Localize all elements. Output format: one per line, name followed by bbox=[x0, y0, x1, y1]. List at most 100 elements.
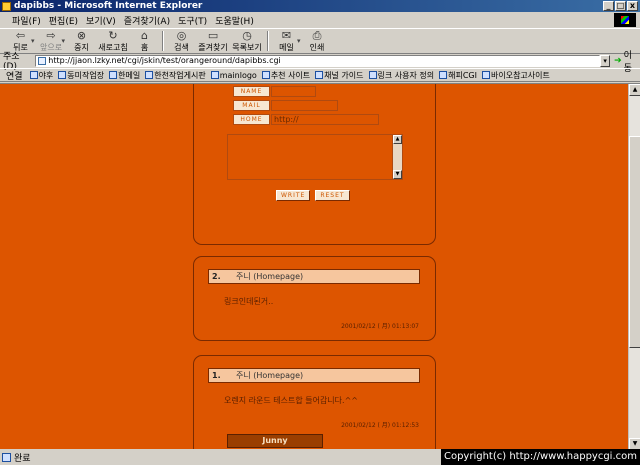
reset-button[interactable]: RESET bbox=[315, 190, 350, 201]
refresh-icon: ↻ bbox=[108, 29, 118, 42]
menu-bar: 파일(F) 편집(E) 보기(V) 즐겨찾기(A) 도구(T) 도움말(H) bbox=[0, 12, 640, 28]
search-icon: ◎ bbox=[176, 29, 187, 42]
post-body: 오렌지 라운드 테스트합 들어갑니다.^^ bbox=[224, 396, 358, 405]
link-page-icon bbox=[481, 71, 490, 79]
scroll-down-icon[interactable]: ▼ bbox=[629, 438, 640, 449]
post-author-link[interactable]: 주니 (Homepage) bbox=[236, 370, 303, 381]
link-mainlogo[interactable]: mainlogo bbox=[210, 71, 257, 80]
title-bar: dapibbs - Microsoft Internet Explorer _ … bbox=[0, 0, 640, 12]
windows-logo-icon bbox=[614, 13, 636, 27]
forward-dropdown-icon[interactable]: ▾ bbox=[62, 37, 66, 45]
menu-favorites[interactable]: 즐겨찾기(A) bbox=[120, 14, 174, 27]
mail-input[interactable] bbox=[271, 100, 338, 111]
toolbar-separator bbox=[162, 31, 165, 51]
post-number: 2. bbox=[212, 272, 221, 281]
menu-file[interactable]: 파일(F) bbox=[8, 14, 45, 27]
post-number: 1. bbox=[212, 371, 221, 380]
mail-dropdown-icon[interactable]: ▾ bbox=[297, 37, 301, 45]
minimize-button[interactable]: _ bbox=[603, 1, 614, 11]
link-page-icon bbox=[58, 71, 67, 79]
history-icon: ◷ bbox=[242, 29, 252, 42]
link-board[interactable]: 한천작업게시판 bbox=[145, 70, 206, 81]
printer-icon: ⎙ bbox=[312, 28, 322, 42]
page-scrollbar[interactable]: ▲ ▼ bbox=[628, 84, 640, 449]
page-icon bbox=[38, 56, 47, 65]
write-button[interactable]: WRITE bbox=[276, 190, 311, 201]
post-item: 1. 주니 (Homepage) 오렌지 라운드 테스트합 들어갑니다.^^ 2… bbox=[193, 355, 436, 449]
post-header: 2. 주니 (Homepage) bbox=[208, 269, 420, 284]
write-form-panel: NAME MAIL HOME http:// ▲ ▼ WRITE RESET bbox=[193, 84, 436, 245]
back-arrow-icon: ⇦ bbox=[15, 29, 26, 42]
link-page-icon bbox=[210, 71, 219, 79]
name-label: NAME bbox=[233, 86, 270, 97]
textarea-scrollbar[interactable]: ▲ ▼ bbox=[392, 135, 402, 179]
post-author-link[interactable]: 주니 (Homepage) bbox=[236, 271, 303, 282]
post-item: 2. 주니 (Homepage) 링크인데된거.. 2001/02/12 ( 月… bbox=[193, 256, 436, 341]
link-page-icon bbox=[261, 71, 270, 79]
link-bio[interactable]: 바이오참고사이트 bbox=[481, 70, 550, 81]
link-recommended[interactable]: 추천 사이트 bbox=[261, 70, 310, 81]
link-yahoo[interactable]: 야후 bbox=[29, 70, 53, 81]
window-controls: _ □ x bbox=[603, 1, 638, 11]
link-happycgi[interactable]: 해피CGI bbox=[439, 70, 477, 81]
address-input[interactable]: http://jjaon.lzky.net/cgi/jskin/test/ora… bbox=[35, 54, 601, 67]
link-page-icon bbox=[145, 71, 154, 79]
address-url: http://jjaon.lzky.net/cgi/jskin/test/ora… bbox=[48, 56, 281, 65]
links-bar: 연결 야후 동미작업장 한메일 한천작업게시판 mainlogo 추천 사이트 … bbox=[0, 68, 640, 82]
link-dongmi[interactable]: 동미작업장 bbox=[58, 70, 104, 81]
author-signature-badge: Junny bbox=[227, 434, 323, 448]
status-text: 완료 bbox=[14, 453, 31, 464]
copyright-banner: Copyright(c) http://www.happycgi.com bbox=[440, 449, 640, 465]
address-dropdown-icon[interactable]: ▾ bbox=[600, 54, 611, 67]
favorites-button[interactable]: ▭ 즐겨찾기 bbox=[196, 28, 230, 54]
history-button[interactable]: ◷ 목록보기 bbox=[230, 28, 264, 54]
status-bar: 완료 Copyright(c) http://www.happycgi.com bbox=[0, 449, 640, 465]
link-channel-guide[interactable]: 채널 가이드 bbox=[315, 70, 364, 81]
mail-icon: ✉ bbox=[281, 29, 292, 42]
link-customize[interactable]: 링크 사용자 정의 bbox=[368, 70, 434, 81]
page-content: NAME MAIL HOME http:// ▲ ▼ WRITE RESET 2… bbox=[0, 83, 640, 449]
toolbar-separator bbox=[267, 31, 270, 51]
home-input[interactable]: http:// bbox=[271, 114, 379, 125]
address-bar: 주소(D) http://jjaon.lzky.net/cgi/jskin/te… bbox=[0, 51, 640, 74]
link-page-icon bbox=[439, 71, 448, 79]
home-icon: ⌂ bbox=[141, 29, 149, 42]
post-date: 2001/02/12 ( 月) 01:12:53 bbox=[341, 422, 419, 429]
stop-icon: ⊗ bbox=[76, 29, 87, 42]
scroll-up-icon[interactable]: ▲ bbox=[393, 135, 402, 144]
name-input[interactable] bbox=[271, 86, 316, 97]
mail-row: MAIL bbox=[233, 100, 338, 111]
menu-edit[interactable]: 편집(E) bbox=[45, 14, 82, 27]
scroll-down-icon[interactable]: ▼ bbox=[393, 170, 402, 179]
close-button[interactable]: x bbox=[627, 1, 638, 11]
link-page-icon bbox=[29, 71, 38, 79]
link-hanmail[interactable]: 한메일 bbox=[109, 70, 140, 81]
post-body: 링크인데된거.. bbox=[224, 297, 274, 306]
link-page-icon bbox=[109, 71, 118, 79]
message-textarea[interactable]: ▲ ▼ bbox=[227, 134, 403, 180]
status-page-icon bbox=[2, 452, 11, 462]
print-button[interactable]: ⎙ 인쇄 bbox=[303, 28, 332, 54]
home-label: HOME bbox=[233, 114, 270, 125]
mail-label: MAIL bbox=[233, 100, 270, 111]
home-button[interactable]: ⌂ 홈 bbox=[130, 28, 159, 54]
toolbar: ⇦ 뒤로 ▾ ⇨ 앞으로 ▾ ⊗ 중지 ↻ 새로고침 ⌂ 홈 ◎ 검색 ▭ 즐겨… bbox=[0, 28, 640, 54]
stop-button[interactable]: ⊗ 중지 bbox=[67, 28, 96, 54]
menu-help[interactable]: 도움말(H) bbox=[211, 14, 258, 27]
home-row: HOME http:// bbox=[233, 114, 379, 125]
search-button[interactable]: ◎ 검색 bbox=[167, 28, 196, 54]
forward-arrow-icon: ⇨ bbox=[46, 29, 56, 42]
name-row: NAME bbox=[233, 86, 316, 97]
maximize-button[interactable]: □ bbox=[615, 1, 626, 11]
back-dropdown-icon[interactable]: ▾ bbox=[31, 37, 35, 45]
link-page-icon bbox=[368, 71, 377, 79]
scroll-up-icon[interactable]: ▲ bbox=[629, 84, 640, 96]
menu-tools[interactable]: 도구(T) bbox=[174, 14, 211, 27]
menu-view[interactable]: 보기(V) bbox=[82, 14, 120, 27]
link-page-icon bbox=[315, 71, 324, 79]
refresh-button[interactable]: ↻ 새로고침 bbox=[96, 28, 130, 54]
ie-page-icon bbox=[2, 1, 11, 11]
scroll-thumb[interactable] bbox=[629, 136, 640, 348]
go-arrow-icon: ➔ bbox=[614, 55, 622, 66]
favorites-folder-icon: ▭ bbox=[207, 29, 219, 42]
